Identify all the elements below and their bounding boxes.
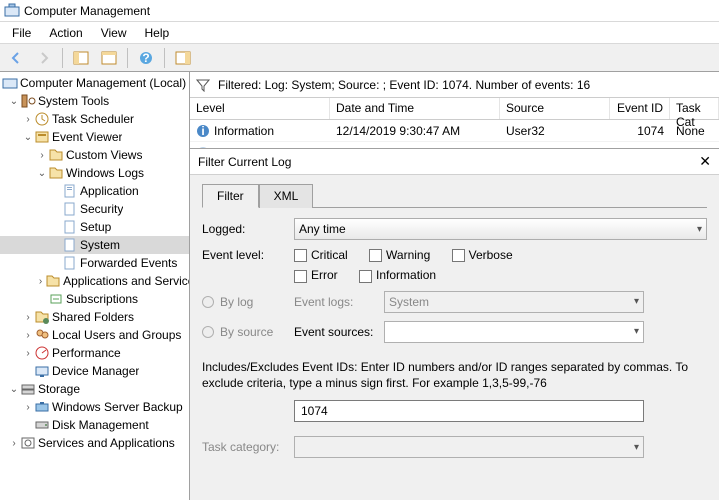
dropdown-icon: ▾ xyxy=(634,326,639,337)
label-task-category: Task category: xyxy=(202,440,294,454)
col-date[interactable]: Date and Time xyxy=(330,98,500,119)
toolbar-separator xyxy=(62,48,63,68)
tree-log-forwarded[interactable]: Forwarded Events xyxy=(0,254,189,272)
collapse-icon[interactable]: ⌄ xyxy=(8,384,20,395)
close-button[interactable]: ✕ xyxy=(699,153,711,170)
app-icon xyxy=(4,3,20,19)
checkbox-verbose[interactable] xyxy=(452,249,465,262)
checkbox-warning[interactable] xyxy=(369,249,382,262)
tab-xml[interactable]: XML xyxy=(259,184,314,208)
event-logs-combo: System ▾ xyxy=(384,291,644,313)
toolbar-separator xyxy=(164,48,165,68)
collapse-icon[interactable]: ⌄ xyxy=(8,96,20,107)
tree-root[interactable]: Computer Management (Local) xyxy=(0,74,189,92)
tree-local-users[interactable]: › Local Users and Groups xyxy=(0,326,189,344)
tree-subscriptions[interactable]: Subscriptions xyxy=(0,290,189,308)
tree-disk-management[interactable]: Disk Management xyxy=(0,416,189,434)
tree-custom-views[interactable]: › Custom Views xyxy=(0,146,189,164)
tree-log-system[interactable]: System xyxy=(0,236,189,254)
chevron-down-icon: ▾ xyxy=(697,224,702,235)
back-button[interactable] xyxy=(4,47,28,69)
filter-status-text: Filtered: Log: System; Source: ; Event I… xyxy=(218,78,590,92)
tree-event-viewer[interactable]: ⌄ Event Viewer xyxy=(0,128,189,146)
toolbar: ? xyxy=(0,44,719,72)
menubar: File Action View Help xyxy=(0,22,719,44)
expand-icon[interactable]: › xyxy=(22,402,34,413)
tree-windows-logs[interactable]: ⌄ Windows Logs xyxy=(0,164,189,182)
tree-system-tools[interactable]: ⌄ System Tools xyxy=(0,92,189,110)
tree-performance[interactable]: › Performance xyxy=(0,344,189,362)
expand-icon[interactable]: › xyxy=(36,276,45,287)
menu-view[interactable]: View xyxy=(93,24,135,42)
window-titlebar: Computer Management xyxy=(0,0,719,22)
content-pane: Filtered: Log: System; Source: ; Event I… xyxy=(190,72,719,500)
checkbox-error[interactable] xyxy=(294,270,307,283)
filter-status-bar: Filtered: Log: System; Source: ; Event I… xyxy=(190,72,719,98)
help-button[interactable]: ? xyxy=(134,47,158,69)
svg-text:i: i xyxy=(201,124,204,138)
expand-icon[interactable]: › xyxy=(8,438,20,449)
dropdown-icon: ▾ xyxy=(634,442,639,453)
collapse-icon[interactable]: ⌄ xyxy=(22,132,34,143)
label-logged: Logged: xyxy=(202,222,294,236)
label-event-logs: Event logs: xyxy=(294,295,384,309)
action-pane-button[interactable] xyxy=(171,47,195,69)
expand-icon[interactable]: › xyxy=(22,348,34,359)
window-title: Computer Management xyxy=(24,4,150,18)
tab-filter[interactable]: Filter xyxy=(202,184,259,208)
label-event-sources: Event sources: xyxy=(294,325,384,339)
properties-button[interactable] xyxy=(97,47,121,69)
menu-help[interactable]: Help xyxy=(137,24,178,42)
expand-icon[interactable]: › xyxy=(22,114,34,125)
forward-button xyxy=(32,47,56,69)
tree-log-security[interactable]: Security xyxy=(0,200,189,218)
col-task[interactable]: Task Cat xyxy=(670,98,719,119)
filter-dialog: Filter Current Log ✕ Filter XML Logged: … xyxy=(190,148,719,500)
svg-text:?: ? xyxy=(142,51,149,65)
checkbox-critical[interactable] xyxy=(294,249,307,262)
tree-device-manager[interactable]: Device Manager xyxy=(0,362,189,380)
radio-by-log xyxy=(202,296,214,308)
event-ids-input[interactable] xyxy=(294,400,644,422)
tree-log-setup[interactable]: Setup xyxy=(0,218,189,236)
expand-icon[interactable]: › xyxy=(36,150,48,161)
label-event-level: Event level: xyxy=(202,248,294,262)
event-sources-combo[interactable]: ▾ xyxy=(384,321,644,343)
tree-log-application[interactable]: Application xyxy=(0,182,189,200)
tree-ws-backup[interactable]: › Windows Server Backup xyxy=(0,398,189,416)
checkbox-information[interactable] xyxy=(359,270,372,283)
show-hide-tree-button[interactable] xyxy=(69,47,93,69)
navigation-tree[interactable]: Computer Management (Local) ⌄ System Too… xyxy=(0,72,190,500)
tree-storage[interactable]: ⌄ Storage xyxy=(0,380,189,398)
tree-services-apps[interactable]: › Services and Applications xyxy=(0,434,189,452)
col-level[interactable]: Level xyxy=(190,98,330,119)
col-source[interactable]: Source xyxy=(500,98,610,119)
tree-shared-folders[interactable]: › Shared Folders xyxy=(0,308,189,326)
col-event-id[interactable]: Event ID xyxy=(610,98,670,119)
expand-icon[interactable]: › xyxy=(22,330,34,341)
dialog-titlebar: Filter Current Log ✕ xyxy=(190,149,719,175)
event-row[interactable]: i Information 12/14/2019 9:30:47 AM User… xyxy=(190,120,719,142)
collapse-icon[interactable]: ⌄ xyxy=(36,168,48,179)
radio-by-source xyxy=(202,326,214,338)
info-icon: i xyxy=(196,124,210,138)
dialog-tabs: Filter XML xyxy=(202,183,707,208)
dropdown-icon: ▾ xyxy=(634,296,639,307)
task-category-combo: ▾ xyxy=(294,436,644,458)
toolbar-separator xyxy=(127,48,128,68)
menu-file[interactable]: File xyxy=(4,24,39,42)
filter-icon xyxy=(196,78,210,92)
dialog-title: Filter Current Log xyxy=(198,155,291,169)
event-grid-header: Level Date and Time Source Event ID Task… xyxy=(190,98,719,120)
tree-task-scheduler[interactable]: › Task Scheduler xyxy=(0,110,189,128)
logged-select[interactable]: Any time ▾ xyxy=(294,218,707,240)
menu-action[interactable]: Action xyxy=(41,24,90,42)
event-ids-help: Includes/Excludes Event IDs: Enter ID nu… xyxy=(202,359,707,393)
expand-icon[interactable]: › xyxy=(22,312,34,323)
tree-apps-services-logs[interactable]: › Applications and Services Logs xyxy=(0,272,189,290)
